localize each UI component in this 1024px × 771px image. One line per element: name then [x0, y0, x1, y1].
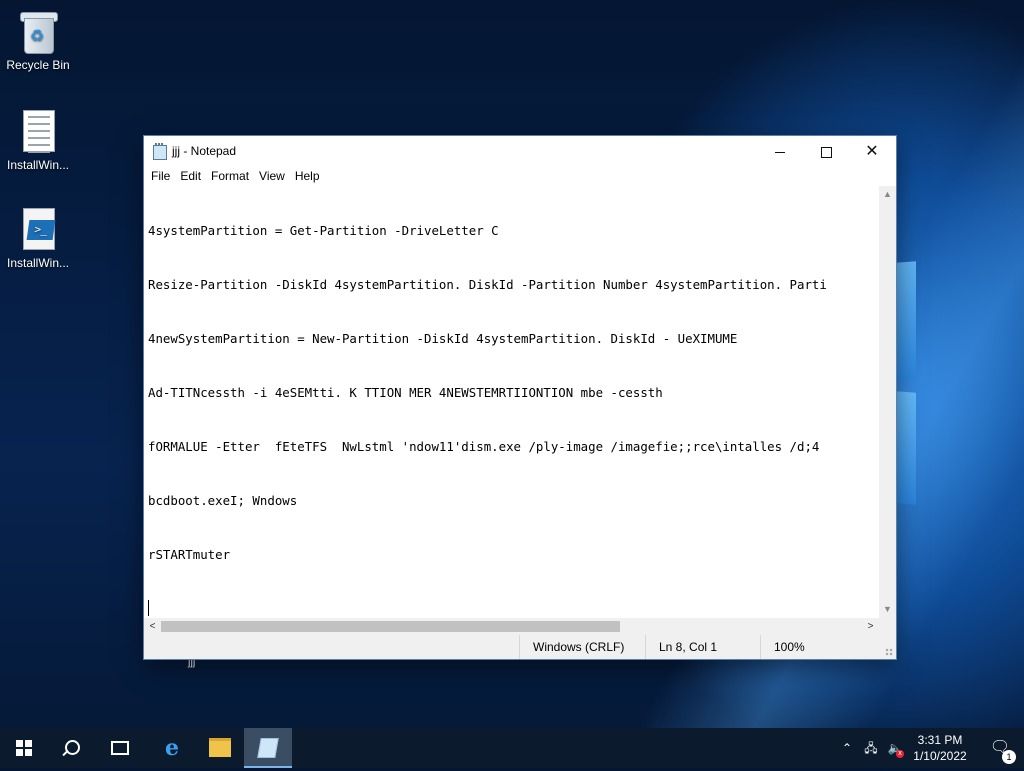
notepad-icon: [257, 737, 279, 758]
status-zoom: 100%: [760, 635, 894, 659]
horizontal-scroll-thumb[interactable]: [161, 621, 620, 632]
taskbar-clock[interactable]: 3:31 PM 1/10/2022: [908, 732, 972, 764]
horizontal-scrollbar[interactable]: < >: [144, 618, 879, 635]
scroll-corner: [879, 618, 896, 635]
menu-format[interactable]: Format: [206, 166, 254, 186]
window-title: jjj - Notepad: [172, 144, 237, 158]
network-icon: 🖧: [864, 741, 878, 755]
text-file-icon: [18, 108, 58, 154]
title-bar[interactable]: jjj - Notepad ✕: [144, 136, 896, 166]
clock-time: 3:31 PM: [917, 733, 963, 747]
task-view-icon: [111, 740, 129, 755]
task-view-button[interactable]: [96, 728, 144, 768]
taskbar-notepad[interactable]: [244, 728, 292, 768]
notepad-window[interactable]: jjj - Notepad ✕ File Edit Format View Help 4…: [144, 136, 896, 659]
editor-text[interactable]: 4systemPartition = Get-Partition -DriveL…: [148, 186, 876, 618]
editor-line-current: [148, 600, 876, 618]
taskbar-file-explorer[interactable]: [196, 728, 244, 768]
windows-logo-icon: [16, 739, 32, 756]
editor-line: Ad-TITNcessth -i 4eSEMtti. K TTION MER 4…: [148, 385, 663, 400]
menu-edit[interactable]: Edit: [175, 166, 206, 186]
desktop-icon-recycle-bin[interactable]: ♻ Recycle Bin: [0, 8, 76, 72]
menu-file[interactable]: File: [146, 166, 175, 186]
desktop-icon-installwin-text[interactable]: InstallWin...: [0, 108, 76, 172]
close-icon: ✕: [865, 143, 879, 160]
menu-help[interactable]: Help: [290, 166, 325, 186]
editor-line: 4systemPartition = Get-Partition -DriveL…: [148, 223, 499, 238]
minimize-icon: [775, 151, 785, 153]
internet-explorer-icon: e: [165, 735, 179, 761]
taskbar: e ⌃ 🖧 🔈 x 3:31 PM 1/10/2022 🗨 1: [0, 728, 1024, 768]
status-line-ending: Windows (CRLF): [519, 635, 643, 659]
maximize-icon: [820, 146, 832, 158]
clock-date: 1/10/2022: [913, 749, 967, 763]
chevron-up-icon: ⌃: [841, 741, 853, 755]
volume-button[interactable]: 🔈 x: [884, 728, 906, 768]
desktop-icon-label: InstallWin...: [6, 256, 69, 270]
menu-view[interactable]: View: [254, 166, 290, 186]
recycle-bin-icon: ♻: [18, 8, 58, 54]
folder-icon: [209, 738, 231, 758]
network-button[interactable]: 🖧: [860, 728, 882, 768]
taskbar-internet-explorer[interactable]: e: [148, 728, 196, 768]
desktop-icon-label: InstallWin...: [6, 158, 69, 172]
editor-line: bcdboot.exeI; Wndows: [148, 493, 298, 508]
start-button[interactable]: [0, 728, 48, 768]
action-center-button[interactable]: 🗨 1: [980, 728, 1020, 768]
scroll-right-icon[interactable]: >: [862, 618, 879, 635]
notepad-app-icon[interactable]: [153, 143, 167, 160]
editor-line: rSTARTmuter: [148, 547, 231, 562]
minimize-button[interactable]: [757, 136, 803, 166]
resize-grip-icon[interactable]: [885, 648, 893, 656]
notification-count-badge: 1: [1002, 750, 1016, 764]
text-editor[interactable]: 4systemPartition = Get-Partition -DriveL…: [144, 186, 896, 618]
editor-line: Resize-Partition -DiskId 4systemPartitio…: [148, 277, 827, 292]
desktop-icon-label: Recycle Bin: [6, 58, 70, 72]
scroll-down-icon[interactable]: ▼: [879, 601, 896, 618]
scroll-left-icon[interactable]: <: [144, 618, 161, 635]
show-hidden-icons-button[interactable]: ⌃: [838, 728, 856, 768]
powershell-script-icon: >_: [18, 206, 58, 252]
menu-bar: File Edit Format View Help: [144, 166, 896, 186]
mute-indicator-icon: x: [896, 750, 904, 758]
search-icon: [64, 740, 80, 756]
vertical-scrollbar[interactable]: ▲ ▼: [879, 186, 896, 618]
desktop-icon-installwin-script[interactable]: >_ InstallWin...: [0, 206, 76, 270]
search-button[interactable]: [48, 728, 96, 768]
text-caret: [148, 600, 149, 616]
maximize-button[interactable]: [803, 136, 849, 166]
scroll-up-icon[interactable]: ▲: [879, 186, 896, 203]
editor-line: 4newSystemPartition = New-Partition -Dis…: [148, 331, 738, 346]
status-cursor-position: Ln 8, Col 1: [645, 635, 762, 659]
editor-line: fORMALUE -Etter fEteTFS NwLstml 'ndow11'…: [148, 439, 820, 454]
close-button[interactable]: ✕: [849, 136, 895, 166]
status-bar: Windows (CRLF) Ln 8, Col 1 100%: [144, 635, 896, 659]
